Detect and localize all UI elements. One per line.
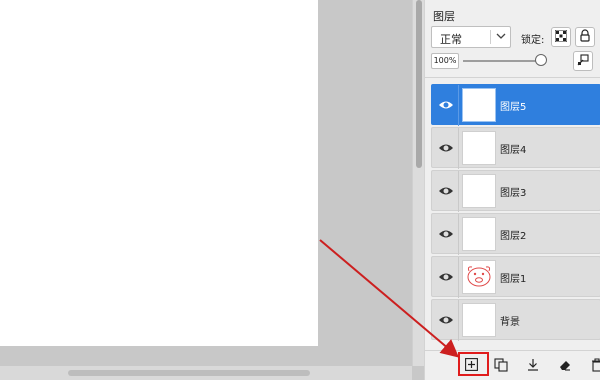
eye-icon[interactable] [438,313,454,327]
vertical-scrollbar-thumb[interactable] [416,0,422,168]
merge-down-icon [526,358,540,375]
lock-label: 锁定: [521,35,545,46]
layer-name: 图层1 [500,274,527,285]
layer-name: 图层5 [500,102,527,113]
pig-sketch-icon [463,266,495,296]
layer-thumbnail [462,303,496,337]
horizontal-scrollbar[interactable] [0,366,412,380]
layer-item[interactable]: 图层2 [431,213,600,255]
highlight-box [458,352,489,376]
duplicate-layer-button[interactable] [493,357,509,375]
layer-item[interactable]: 图层4 [431,127,600,169]
lock-layer-button[interactable] [575,27,595,47]
layer-name: 背景 [500,317,520,328]
trash-icon [591,357,600,375]
layer-options-icon [577,53,589,69]
eraser-icon [558,358,572,375]
opacity-field[interactable]: 100% [431,53,459,69]
eye-icon[interactable] [438,98,454,112]
layer-thumbnail [462,217,496,251]
canvas-area[interactable] [0,0,412,380]
layer-options-button[interactable] [573,51,593,71]
panel-divider [425,77,600,78]
checker-icon [554,29,568,45]
layer-separator [458,128,459,169]
delete-layer-button[interactable] [589,357,600,375]
canvas-page[interactable] [0,0,318,346]
layer-item[interactable]: 图层3 [431,170,600,212]
opacity-slider-handle[interactable] [535,54,547,66]
chevron-down-icon [496,29,506,46]
layer-separator [458,214,459,255]
layer-separator [458,300,459,341]
layer-thumbnail [462,174,496,208]
opacity-slider-track[interactable] [463,60,543,62]
select-divider [490,30,491,44]
layer-actions-bar [425,350,600,380]
duplicate-icon [494,357,508,375]
eye-icon[interactable] [438,184,454,198]
layer-list: 图层5 图层4 图层3 图层2 图层1 背景 [431,84,600,342]
layer-item[interactable]: 图层1 [431,256,600,298]
lock-transparency-button[interactable] [551,27,571,47]
vertical-scrollbar[interactable] [412,0,424,366]
layer-item[interactable]: 背景 [431,299,600,341]
blend-mode-value: 正常 [440,33,462,46]
eye-icon[interactable] [438,227,454,241]
lock-icon [579,29,591,45]
layer-item[interactable]: 图层5 [431,84,600,126]
layer-name: 图层4 [500,145,527,156]
layer-separator [458,85,459,126]
eye-icon[interactable] [438,270,454,284]
layer-separator [458,257,459,298]
layer-thumbnail [462,131,496,165]
layer-thumbnail [462,88,496,122]
layer-name: 图层3 [500,188,527,199]
horizontal-scrollbar-thumb[interactable] [68,370,310,376]
layer-thumbnail [462,260,496,294]
layer-separator [458,171,459,212]
blend-mode-select[interactable]: 正常 [431,26,511,48]
layer-name: 图层2 [500,231,527,242]
panel-title: 图层 [433,10,455,23]
layers-panel: 图层 正常 锁定: 100% 图层5 图层4 图层3 图层2 图层1 背景 [424,0,600,380]
clear-layer-button[interactable] [557,358,573,374]
eye-icon[interactable] [438,141,454,155]
merge-down-button[interactable] [525,358,541,374]
